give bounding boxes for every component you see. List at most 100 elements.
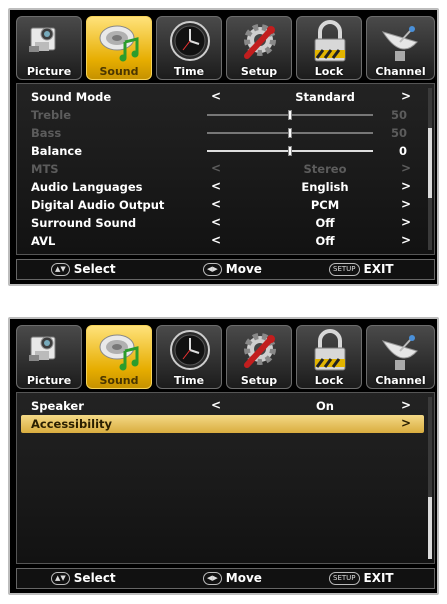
setting-label: Sound Mode — [31, 90, 112, 104]
tab-lock[interactable]: Lock — [296, 325, 362, 389]
audio-languages-row[interactable]: Audio Languages < English > — [21, 178, 424, 196]
tab-time[interactable]: Time — [156, 325, 222, 389]
clock-icon — [170, 330, 210, 370]
setting-value: 50 — [390, 108, 407, 122]
settings-list: Sound Mode < Standard > Treble 50 Bass 5… — [16, 83, 435, 255]
speaker-music-note-icon — [99, 25, 139, 62]
tab-time[interactable]: Time — [156, 16, 222, 80]
setting-label: MTS — [31, 162, 59, 176]
mts-row[interactable]: MTS < Stereo > — [21, 160, 424, 178]
chevron-left-icon[interactable]: < — [211, 179, 221, 193]
avl-row[interactable]: AVL < Off > — [21, 232, 424, 250]
balance-slider[interactable] — [207, 146, 373, 156]
slider-knob[interactable] — [288, 146, 292, 156]
chevron-left-icon[interactable]: < — [211, 215, 221, 229]
chevron-right-icon[interactable]: > — [401, 179, 411, 193]
tab-label: Time — [173, 65, 205, 78]
tab-picture[interactable]: Picture — [16, 325, 82, 389]
tab-label: Lock — [314, 65, 344, 78]
setting-value: On — [316, 399, 334, 413]
scrollbar-thumb[interactable] — [428, 497, 432, 559]
speaker-row[interactable]: Speaker < On > — [21, 397, 424, 415]
chevron-right-icon[interactable]: > — [401, 215, 411, 229]
padlock-icon — [314, 329, 346, 371]
sound-mode-row[interactable]: Sound Mode < Standard > — [21, 88, 424, 106]
bass-slider[interactable] — [207, 128, 373, 138]
setting-value: Off — [315, 234, 335, 248]
tab-label: Channel — [375, 374, 426, 387]
chevron-left-icon[interactable]: < — [211, 161, 221, 175]
chevron-left-icon[interactable]: < — [211, 233, 221, 247]
tab-sound[interactable]: Sound — [86, 16, 152, 80]
camcorder-icon — [29, 336, 56, 361]
tab-label: Setup — [240, 374, 278, 387]
tab-label: Picture — [26, 374, 72, 387]
satellite-dish-icon — [381, 26, 418, 61]
digital-audio-output-row[interactable]: Digital Audio Output < PCM > — [21, 196, 424, 214]
setting-value: Standard — [295, 90, 355, 104]
chevron-left-icon[interactable]: < — [211, 89, 221, 103]
chevron-right-icon[interactable]: > — [401, 416, 411, 430]
select-label: Select — [73, 262, 116, 276]
setting-label: Bass — [31, 126, 62, 140]
chevron-right-icon[interactable]: > — [401, 161, 411, 175]
treble-slider[interactable] — [207, 110, 373, 120]
chevron-left-icon[interactable]: < — [211, 398, 221, 412]
setting-value: 0 — [398, 144, 407, 158]
setup-button-icon: SETUP — [329, 262, 360, 276]
tab-label: Sound — [99, 65, 139, 78]
setting-label: Speaker — [31, 399, 84, 413]
tab-channel[interactable]: Channel — [366, 16, 435, 80]
scrollbar-thumb[interactable] — [428, 128, 432, 198]
setting-label: AVL — [31, 234, 56, 248]
tab-setup[interactable]: Setup — [226, 16, 292, 80]
chevron-right-icon[interactable]: > — [401, 233, 411, 247]
exit-label: EXIT — [363, 262, 394, 276]
chevron-right-icon[interactable]: > — [401, 89, 411, 103]
scrollbar[interactable] — [428, 88, 432, 250]
tab-label: Sound — [99, 374, 139, 387]
chevron-right-icon[interactable]: > — [401, 197, 411, 211]
menu-tab-bar: Picture Sound Time Setup Lock Channel — [16, 325, 435, 389]
bass-row[interactable]: Bass 50 — [21, 124, 424, 142]
chevron-right-icon[interactable]: > — [401, 398, 411, 412]
setting-value: 50 — [390, 126, 407, 140]
exit-label: EXIT — [363, 571, 394, 585]
move-hint: ◀▶ Move — [203, 571, 262, 585]
speaker-music-note-icon — [99, 334, 139, 371]
sound-menu-screen: Picture Sound Time Setup Lock Channel So… — [8, 8, 439, 286]
footer-hints: ▲▼ Select ◀▶ Move SETUP EXIT — [16, 259, 435, 280]
move-hint: ◀▶ Move — [203, 262, 262, 276]
setting-value: English — [301, 180, 349, 194]
select-label: Select — [73, 571, 116, 585]
slider-knob[interactable] — [288, 110, 292, 120]
setting-label: Balance — [31, 144, 83, 158]
select-hint: ▲▼ Select — [51, 571, 116, 585]
tab-lock[interactable]: Lock — [296, 16, 362, 80]
tab-sound[interactable]: Sound — [86, 325, 152, 389]
tab-label: Setup — [240, 65, 278, 78]
scrollbar[interactable] — [428, 397, 432, 559]
tab-label: Channel — [375, 65, 426, 78]
setting-label: Digital Audio Output — [31, 198, 165, 212]
chevron-left-icon[interactable]: < — [211, 197, 221, 211]
balance-row[interactable]: Balance 0 — [21, 142, 424, 160]
setting-label: Audio Languages — [31, 180, 143, 194]
setting-value: PCM — [310, 198, 340, 212]
setting-label: Surround Sound — [31, 216, 137, 230]
move-label: Move — [225, 571, 262, 585]
exit-hint: SETUP EXIT — [329, 571, 394, 585]
accessibility-row[interactable]: Accessibility > — [21, 415, 424, 433]
left-right-buttons-icon: ◀▶ — [203, 262, 222, 276]
setting-label: Treble — [31, 108, 72, 122]
tab-label: Time — [173, 374, 205, 387]
tab-label: Lock — [314, 374, 344, 387]
setting-value: Stereo — [303, 162, 347, 176]
tab-setup[interactable]: Setup — [226, 325, 292, 389]
slider-knob[interactable] — [288, 128, 292, 138]
tab-channel[interactable]: Channel — [366, 325, 435, 389]
treble-row[interactable]: Treble 50 — [21, 106, 424, 124]
surround-sound-row[interactable]: Surround Sound < Off > — [21, 214, 424, 232]
tab-picture[interactable]: Picture — [16, 16, 82, 80]
select-hint: ▲▼ Select — [51, 262, 116, 276]
